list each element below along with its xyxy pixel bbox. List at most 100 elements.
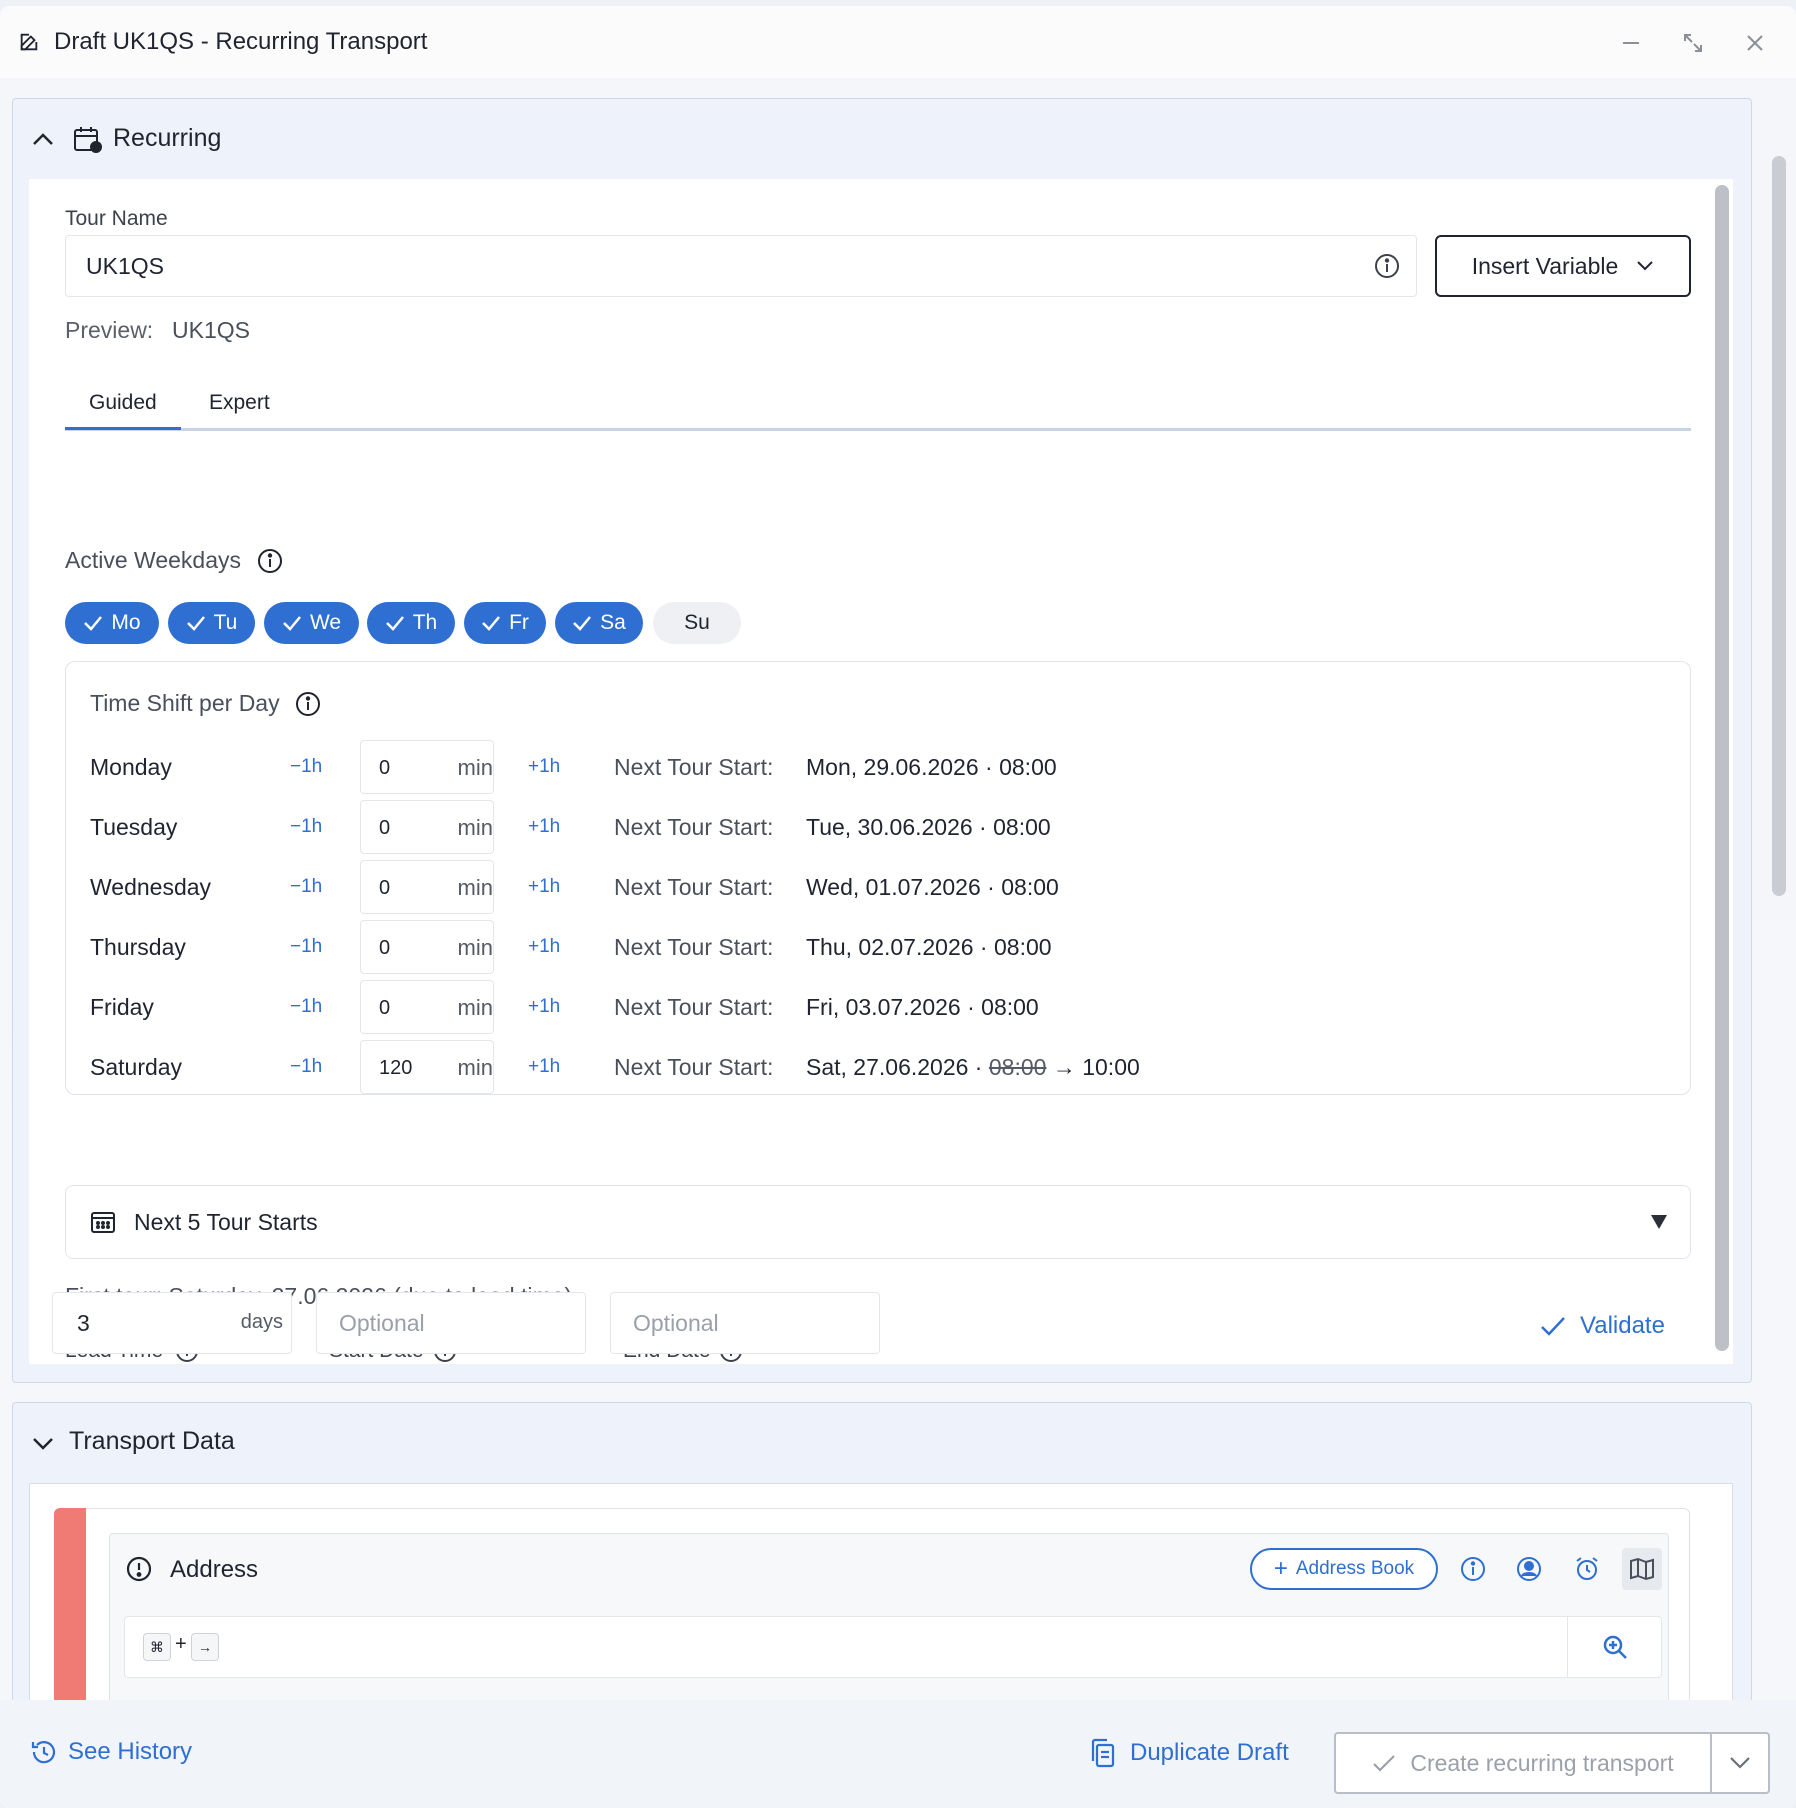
close-button[interactable] [1740, 28, 1770, 58]
weekday-chip-we[interactable]: We [264, 602, 359, 644]
recurring-header[interactable]: Recurring [13, 99, 1751, 179]
check-icon [283, 616, 301, 631]
shift-minutes-input[interactable]: 0 min [360, 800, 494, 854]
expand-icon [1684, 34, 1702, 52]
address-title: Address [170, 1556, 259, 1583]
next-tour-start: Tue, 30.06.2026 · 08:00 [806, 814, 1051, 840]
map-button[interactable] [1622, 1548, 1662, 1590]
tab-guided[interactable]: Guided [65, 391, 181, 430]
weekday-chip-mo[interactable]: Mo [65, 602, 159, 644]
preview-label: Preview: [65, 317, 154, 343]
insert-variable-button[interactable]: Insert Variable [1435, 235, 1691, 297]
shortcut-arrow: → [191, 1633, 219, 1661]
map-icon [1630, 1557, 1654, 1581]
title-bar: Draft UK1QS - Recurring Transport [0, 6, 1796, 78]
see-history-link[interactable]: See History [30, 1738, 192, 1766]
recurring-panel: Recurring Tour Name UK1QS Insert Variabl… [12, 98, 1752, 1383]
next-starts-label: Next 5 Tour Starts [134, 1209, 318, 1235]
alarm-clock-icon[interactable] [1574, 1556, 1600, 1582]
recurring-content: Tour Name UK1QS Insert Variable Preview:… [29, 179, 1733, 1364]
tour-name-input[interactable]: UK1QS [65, 235, 1417, 297]
inner-scrollbar[interactable] [1715, 185, 1729, 1351]
user-circle-icon[interactable] [1516, 1556, 1542, 1582]
info-icon[interactable] [1460, 1556, 1486, 1582]
minus-hour-button[interactable]: −1h [290, 996, 322, 1018]
active-weekdays-label: Active Weekdays [65, 547, 241, 573]
shift-row-tuesday: Tuesday −1h 0 min +1h Next Tour Start: T… [66, 800, 1690, 854]
check-icon [1541, 1317, 1565, 1336]
plus-hour-button[interactable]: +1h [528, 996, 560, 1018]
time-shift-title: Time Shift per Day [90, 690, 280, 716]
plus-hour-button[interactable]: +1h [528, 1056, 560, 1078]
old-time: 08:00 [988, 1054, 1047, 1080]
shift-row-wednesday: Wednesday −1h 0 min +1h Next Tour Start:… [66, 860, 1690, 914]
info-icon[interactable] [295, 691, 321, 717]
chevron-down-icon [1730, 1757, 1750, 1769]
duplicate-draft-link[interactable]: Duplicate Draft [1090, 1738, 1289, 1768]
validate-button[interactable]: Validate [1540, 1312, 1665, 1340]
lead-time-unit: days [240, 1311, 283, 1333]
address-search-input[interactable]: ⌘ + → [124, 1616, 1662, 1678]
tab-expert[interactable]: Expert [209, 391, 270, 415]
shift-minutes-input[interactable]: 0 min [360, 740, 494, 794]
recurring-title: Recurring [113, 124, 222, 152]
minimize-button[interactable] [1616, 28, 1646, 58]
next-starts-accordion[interactable]: Next 5 Tour Starts [65, 1185, 1691, 1259]
shift-minutes-input[interactable]: 0 min [360, 860, 494, 914]
stop-status-bar [54, 1508, 86, 1700]
minus-hour-button[interactable]: −1h [290, 1056, 322, 1078]
minus-hour-button[interactable]: −1h [290, 756, 322, 778]
next-tour-start: Mon, 29.06.2026 · 08:00 [806, 754, 1057, 780]
outer-scrollbar[interactable] [1772, 156, 1786, 896]
end-date-input[interactable]: Optional [610, 1292, 880, 1354]
info-icon[interactable] [1374, 253, 1400, 279]
shift-row-thursday: Thursday −1h 0 min +1h Next Tour Start: … [66, 920, 1690, 974]
shift-minutes-input[interactable]: 0 min [360, 920, 494, 974]
chevron-down-icon [33, 1438, 53, 1450]
history-icon [31, 1741, 56, 1764]
next-tour-start: Wed, 01.07.2026 · 08:00 [806, 874, 1059, 900]
chevron-down-icon [1637, 261, 1654, 271]
weekday-chip-fr[interactable]: Fr [464, 602, 546, 644]
start-date-input[interactable]: Optional [316, 1292, 586, 1354]
address-book-button[interactable]: + Address Book [1250, 1548, 1438, 1590]
transport-panel: Transport Data Address + Address Book ⌘ … [12, 1402, 1752, 1700]
address-search-button[interactable] [1567, 1617, 1661, 1677]
zoom-search-icon [1603, 1635, 1627, 1659]
tour-name-value: UK1QS [86, 252, 164, 279]
shift-minutes-input[interactable]: 0 min [360, 980, 494, 1034]
create-recurring-transport-button[interactable]: Create recurring transport [1336, 1734, 1712, 1792]
next-tour-start: Thu, 02.07.2026 · 08:00 [806, 934, 1052, 960]
insert-variable-label: Insert Variable [1471, 252, 1619, 279]
plus-hour-button[interactable]: +1h [528, 876, 560, 898]
maximize-button[interactable] [1678, 28, 1708, 58]
copy-icon [1091, 1738, 1115, 1768]
plus-hour-button[interactable]: +1h [528, 756, 560, 778]
calendar-icon [91, 1212, 115, 1233]
alert-circle-icon [126, 1556, 152, 1582]
transport-header[interactable]: Transport Data [13, 1403, 1751, 1483]
check-icon [482, 616, 501, 631]
transport-content: Address + Address Book ⌘ + → [29, 1483, 1733, 1700]
shift-minutes-input[interactable]: 120 min [360, 1040, 494, 1094]
shift-row-friday: Friday −1h 0 min +1h Next Tour Start: Fr… [66, 980, 1690, 1034]
chevron-up-icon [33, 133, 53, 145]
lead-time-input[interactable]: 3 days [52, 1292, 292, 1354]
minus-hour-button[interactable]: −1h [290, 936, 322, 958]
weekday-chip-su[interactable]: Su [653, 602, 741, 644]
weekday-chip-th[interactable]: Th [367, 602, 455, 644]
minus-hour-button[interactable]: −1h [290, 876, 322, 898]
plus-hour-button[interactable]: +1h [528, 816, 560, 838]
caret-down-icon [1651, 1215, 1667, 1229]
edit-icon [20, 33, 38, 51]
next-tour-start: Sat, 27.06.2026 · 08:00 → 10:00 [806, 1054, 1140, 1080]
create-options-dropdown[interactable] [1712, 1734, 1768, 1792]
weekday-chip-tu[interactable]: Tu [168, 602, 255, 644]
plus-hour-button[interactable]: +1h [528, 936, 560, 958]
preview-value: UK1QS [172, 317, 250, 343]
minimize-icon [1623, 42, 1639, 44]
minus-hour-button[interactable]: −1h [290, 816, 322, 838]
weekday-chip-sa[interactable]: Sa [555, 602, 643, 644]
transport-title: Transport Data [69, 1427, 235, 1455]
info-icon[interactable] [257, 548, 283, 574]
